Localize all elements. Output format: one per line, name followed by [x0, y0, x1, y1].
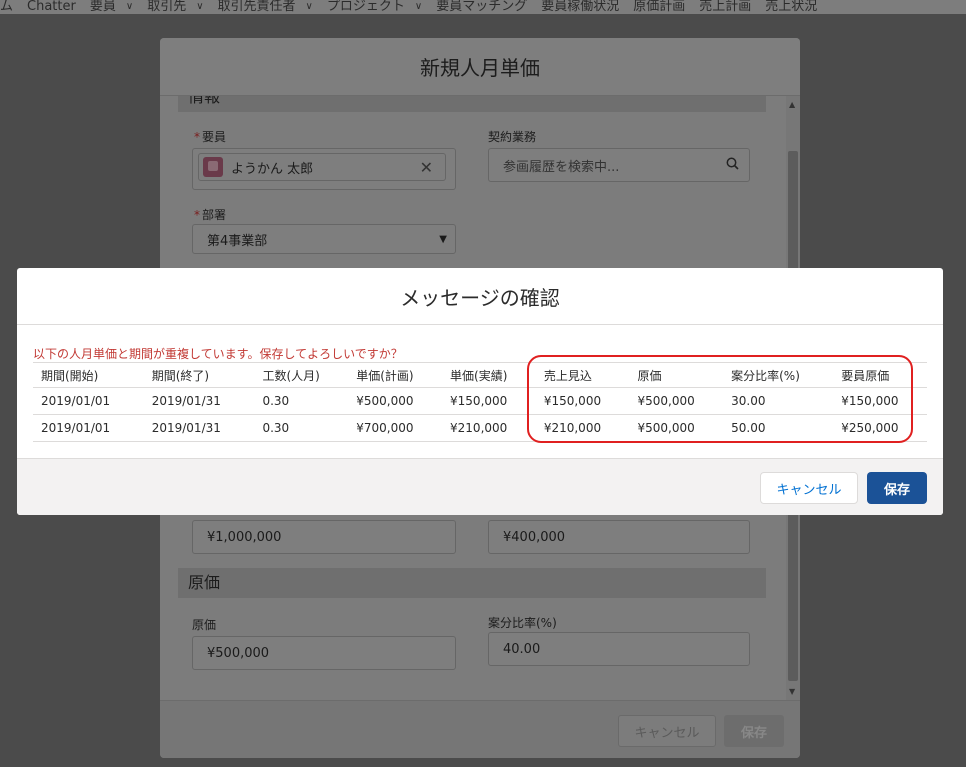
column-header: 期間(開始) — [33, 362, 144, 388]
column-header: 要員原価 — [833, 362, 927, 388]
table-row: 2019/01/01 2019/01/31 0.30 ¥500,000 ¥150,000… — [33, 387, 927, 415]
chevron-down-icon: ∨ — [414, 1, 423, 12]
cancel-button[interactable]: キャンセル — [760, 472, 858, 504]
scroll-up-icon[interactable]: ▲ — [789, 100, 795, 109]
nav-item[interactable]: 要員マッチング — [436, 0, 541, 14]
dept-label: * 部署 — [194, 208, 227, 222]
scroll-down-icon[interactable]: ▼ — [789, 687, 795, 696]
nav-item[interactable]: プロジェクト ∨ — [327, 0, 436, 14]
table-cell: ¥150,000 — [833, 387, 927, 415]
column-header: 単価(実績) — [442, 362, 536, 388]
table-cell: 0.30 — [254, 387, 349, 415]
nav-item[interactable]: 売上状況 — [765, 0, 831, 14]
chevron-down-icon: ∨ — [196, 1, 204, 12]
nav-item[interactable]: ム — [0, 0, 27, 14]
staff-value: ようかん 太郎 — [231, 161, 314, 177]
top-nav: ム Chatter 要員 ∨ 取引先 ∨ 取引先責任者 ∨ プロジェクト ∨ 要員マッチング 要員稼働… — [0, 0, 966, 14]
column-header: 単価(計画) — [348, 362, 443, 388]
table-cell: 50.00 — [723, 414, 834, 442]
table-cell: ¥210,000 — [442, 414, 536, 442]
table-cell: ¥250,000 — [833, 414, 927, 442]
nav-item[interactable]: 売上計画 — [699, 0, 765, 14]
staff-label: * 要員 — [194, 130, 227, 144]
nav-item-label: 売上状況 — [765, 0, 818, 14]
table-cell: ¥700,000 — [348, 414, 443, 442]
nav-item-label: プロジェクト — [326, 0, 405, 14]
chevron-down-icon: ▼ — [439, 233, 447, 245]
column-header: 売上見込 — [535, 362, 630, 388]
nav-item-label: 要員稼働状況 — [541, 0, 620, 14]
nav-item-label: 売上計画 — [699, 0, 752, 14]
nav-item-label: ム — [0, 0, 14, 14]
cost-label: 原価 — [192, 618, 217, 632]
chevron-down-icon: ∨ — [305, 1, 313, 12]
nav-item[interactable]: 原価計画 — [633, 0, 699, 14]
table-cell: ¥150,000 — [442, 387, 536, 415]
table-cell: ¥500,000 — [348, 387, 443, 415]
new-rate-modal-title: 新規人月単価 — [160, 38, 800, 96]
new-rate-modal-footer: キャンセル 保存 — [160, 700, 800, 758]
amount-field-left[interactable]: ¥1,000,000 — [192, 520, 456, 554]
staff-lookup-field[interactable]: ようかん 太郎 ✕ — [192, 148, 456, 190]
base-save-button[interactable]: 保存 — [724, 715, 784, 747]
ratio-field[interactable]: 40.00 — [488, 632, 750, 666]
table-cell: ¥500,000 — [629, 414, 724, 442]
nav-item-label: 取引先責任者 — [217, 0, 296, 14]
search-icon — [726, 157, 739, 174]
base-cancel-button[interactable]: キャンセル — [618, 715, 716, 747]
ratio-label: 案分比率(%) — [488, 616, 557, 630]
staff-avatar-icon — [203, 157, 223, 177]
confirm-dialog: メッセージの確認 以下の人月単価と期間が重複しています。保存してよろしいですか？… — [17, 268, 943, 515]
table-cell: 2019/01/01 — [33, 414, 144, 442]
column-header: 原価 — [629, 362, 724, 388]
dept-select[interactable]: 第4事業部 ▼ — [192, 224, 456, 254]
staff-pill: ようかん 太郎 ✕ — [198, 153, 446, 181]
table-cell: ¥500,000 — [629, 387, 724, 415]
table-cell: ¥150,000 — [535, 387, 630, 415]
nav-item[interactable]: Chatter — [27, 0, 90, 14]
cost-field[interactable]: ¥500,000 — [192, 636, 456, 670]
nav-item[interactable]: 取引先 ∨ — [147, 0, 217, 14]
save-button[interactable]: 保存 — [867, 472, 927, 504]
chevron-down-icon: ∨ — [125, 1, 134, 12]
confirm-dialog-footer: キャンセル 保存 — [17, 458, 943, 515]
table-cell: 0.30 — [254, 414, 349, 442]
cost-section-header: 原価 — [178, 568, 766, 598]
confirm-dialog-title: メッセージの確認 — [17, 268, 943, 325]
table-cell: 2019/01/01 — [33, 387, 144, 415]
nav-item-label: 要員マッチング — [436, 0, 528, 14]
dept-value: 第4事業部 — [207, 233, 268, 249]
contract-placeholder: 参画履歴を検索中... — [503, 159, 620, 175]
table-cell: ¥210,000 — [535, 414, 630, 442]
table-header-row: 期間(開始) 期間(終了) 工数(人月) 単価(計画) 単価(実績) 売上見込 原価 案分比率… — [33, 362, 927, 388]
column-header: 期間(終了) — [143, 362, 255, 388]
duplicate-warning-message: 以下の人月単価と期間が重複しています。保存してよろしいですか？ — [33, 347, 403, 361]
nav-item[interactable]: 要員稼働状況 — [541, 0, 633, 14]
amount-field-right[interactable]: ¥400,000 — [488, 520, 750, 554]
nav-item-label: Chatter — [27, 0, 76, 14]
table-row: 2019/01/01 2019/01/31 0.30 ¥700,000 ¥210,000… — [33, 414, 927, 442]
duplicate-rates-table: 期間(開始) 期間(終了) 工数(人月) 単価(計画) 単価(実績) 売上見込 原価 案分比率… — [33, 362, 927, 442]
clear-staff-icon[interactable]: ✕ — [420, 158, 433, 177]
table-cell: 30.00 — [723, 387, 834, 415]
table-cell: 2019/01/31 — [143, 414, 255, 442]
nav-item-label: 要員 — [89, 0, 116, 14]
nav-item[interactable]: 要員 ∨ — [90, 0, 147, 14]
info-section-header: 情報 — [178, 96, 766, 112]
table-cell: 2019/01/31 — [143, 387, 255, 415]
nav-item[interactable]: 取引先責任者 ∨ — [218, 0, 327, 14]
column-header: 案分比率(%) — [723, 362, 834, 388]
nav-item-label: 原価計画 — [633, 0, 686, 14]
nav-item-label: 取引先 — [147, 0, 187, 14]
column-header: 工数(人月) — [254, 362, 349, 388]
contract-label: 契約業務 — [488, 130, 537, 144]
contract-search-input[interactable]: 参画履歴を検索中... — [488, 148, 750, 182]
